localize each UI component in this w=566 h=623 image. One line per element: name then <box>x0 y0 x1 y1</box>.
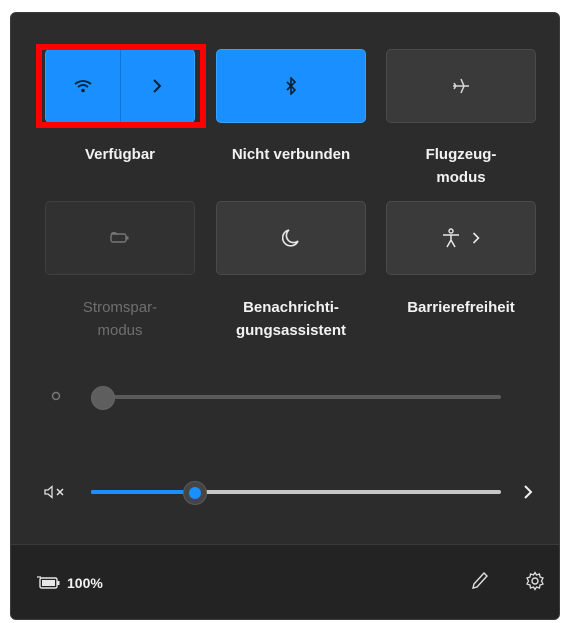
battery-saver-label-line1: Stromspar- <box>82 299 158 316</box>
focus-assist-tile[interactable] <box>216 201 366 275</box>
airplane-icon <box>451 77 471 95</box>
accessibility-icon <box>442 228 460 248</box>
pencil-icon[interactable] <box>471 571 489 591</box>
volume-fill <box>91 490 194 494</box>
airplane-mode-label-line2: modus <box>436 169 486 186</box>
highlight-box <box>36 44 206 128</box>
sun-icon <box>49 389 63 403</box>
bluetooth-tile[interactable] <box>216 49 366 123</box>
bluetooth-icon <box>284 77 298 95</box>
battery-saver-icon <box>109 231 131 245</box>
accessibility-tile[interactable] <box>386 201 536 275</box>
audio-output-button[interactable] <box>523 485 533 499</box>
airplane-mode-tile[interactable] <box>386 49 536 123</box>
footer-bar: 100% <box>11 544 559 619</box>
brightness-slider[interactable] <box>91 383 501 411</box>
speaker-muted-icon[interactable] <box>44 485 66 499</box>
wifi-label: Verfügbar <box>84 146 156 163</box>
focus-assist-label-line2: gungsassistent <box>235 322 347 339</box>
volume-thumb[interactable] <box>182 481 207 505</box>
battery-percent: 100% <box>67 575 103 591</box>
chevron-right-icon <box>524 485 533 499</box>
battery-saver-tile[interactable] <box>45 201 195 275</box>
moon-icon <box>282 228 300 248</box>
battery-saver-label-line2: modus <box>97 322 143 339</box>
accessibility-label: Barrierefreiheit <box>407 299 515 316</box>
airplane-mode-label-line1: Flugzeug- <box>425 146 497 163</box>
focus-assist-label-line1: Benachrichti- <box>243 299 339 316</box>
battery-icon[interactable] <box>37 576 61 590</box>
volume-slider[interactable] <box>91 478 501 506</box>
brightness-track <box>91 395 501 399</box>
brightness-thumb[interactable] <box>91 386 115 410</box>
bluetooth-label: Nicht verbunden <box>231 146 351 163</box>
chevron-right-icon <box>472 232 480 244</box>
gear-icon[interactable] <box>525 571 545 591</box>
